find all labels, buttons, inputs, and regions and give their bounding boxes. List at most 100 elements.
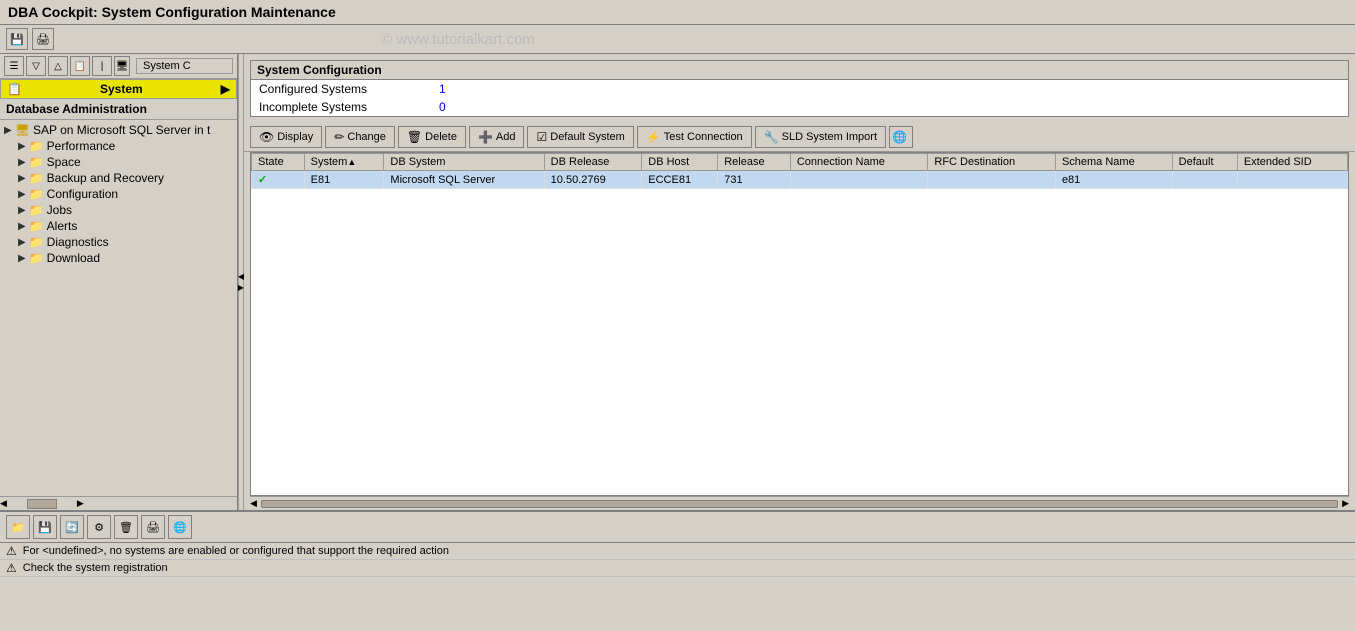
left-scroll-arrow-left[interactable]: ◀: [0, 498, 7, 509]
default-system-button[interactable]: ☑ Default System: [527, 126, 633, 148]
system-arrow: ▶: [221, 82, 230, 96]
tree-item-root[interactable]: ▶ 🖥 SAP on Microsoft SQL Server in t: [0, 122, 237, 138]
sld-system-import-button[interactable]: 🔧 SLD System Import: [755, 126, 886, 148]
nav-toolbar: ☰ ▽ △ 📋 | 🖥 System C: [0, 54, 237, 79]
tree-header: Database Administration: [0, 99, 237, 120]
tree-item-configuration-label: Configuration: [47, 187, 118, 201]
bottom-toolbar: 📁 💾 🔄 ⚙ 🗑 🖨 🌐: [0, 510, 1355, 542]
cell-release: 731: [718, 171, 791, 189]
col-state[interactable]: State: [252, 154, 305, 171]
config-folder-icon: 📁: [29, 187, 44, 201]
col-connection-name[interactable]: Connection Name: [790, 154, 928, 171]
table-scroll-left[interactable]: ◀: [250, 498, 257, 509]
cell-default: [1172, 171, 1237, 189]
watermark: © www.tutorialkart.com: [381, 31, 535, 48]
col-schema-name[interactable]: Schema Name: [1055, 154, 1172, 171]
add-label: Add: [496, 131, 516, 143]
sys-config-row-1: Configured Systems 1: [251, 80, 1348, 98]
tree-item-backup[interactable]: ▶ 📁 Backup and Recovery: [0, 170, 237, 186]
left-scroll-area: ◀ ▶: [0, 496, 237, 510]
cell-system: E81: [304, 171, 384, 189]
delete-icon: 🗑: [407, 130, 422, 144]
diagnostics-folder-icon: 📁: [29, 235, 44, 249]
left-scroll-arrow-right[interactable]: ▶: [77, 498, 84, 509]
table-scroll-thumb[interactable]: [261, 500, 1338, 508]
download-expand-icon: ▶: [18, 253, 26, 264]
data-table-wrapper[interactable]: State System▲ DB System DB Release DB Ho…: [250, 152, 1349, 496]
system-label-row[interactable]: 📋 System ▶: [0, 79, 237, 99]
tree-item-diagnostics[interactable]: ▶ 📁 Diagnostics: [0, 234, 237, 250]
nav-btn-3[interactable]: △: [48, 56, 68, 76]
col-system[interactable]: System▲: [304, 154, 384, 171]
table-scroll-right[interactable]: ▶: [1342, 498, 1349, 509]
right-panel: System Configuration Configured Systems …: [244, 54, 1355, 510]
display-label: Display: [277, 131, 313, 143]
nav-btn-1[interactable]: ☰: [4, 56, 24, 76]
tree-item-space[interactable]: ▶ 📁 Space: [0, 154, 237, 170]
col-extended-sid[interactable]: Extended SID: [1237, 154, 1347, 171]
globe-button[interactable]: 🌐: [889, 126, 913, 148]
nav-system-icon[interactable]: 🖥: [114, 56, 130, 76]
col-release[interactable]: Release: [718, 154, 791, 171]
left-panel: ☰ ▽ △ 📋 | 🖥 System C 📋 System ▶ Database…: [0, 54, 238, 510]
system-sort-icon: ▲: [347, 157, 356, 167]
system-config-box: System Configuration Configured Systems …: [250, 60, 1349, 117]
add-button[interactable]: ➕ Add: [469, 126, 525, 148]
system-icon: 📋: [7, 82, 22, 96]
jobs-folder-icon: 📁: [29, 203, 44, 217]
col-default[interactable]: Default: [1172, 154, 1237, 171]
tree-item-space-label: Space: [47, 155, 81, 169]
status-text-1: For <undefined>, no systems are enabled …: [23, 545, 449, 557]
incomplete-systems-value: 0: [439, 100, 446, 114]
col-db-release[interactable]: DB Release: [544, 154, 642, 171]
left-scroll-thumb[interactable]: [27, 499, 57, 509]
tree-content: ▶ 🖥 SAP on Microsoft SQL Server in t ▶ 📁…: [0, 120, 237, 496]
space-expand-icon: ▶: [18, 157, 26, 168]
tree-item-performance-label: Performance: [47, 139, 116, 153]
save-toolbar-btn[interactable]: 💾: [6, 28, 28, 50]
bottom-print-btn[interactable]: 🖨: [141, 515, 165, 539]
system-label-text: System: [100, 82, 143, 96]
tree-item-performance[interactable]: ▶ 📁 Performance: [0, 138, 237, 154]
state-check-icon: ✓: [258, 174, 267, 186]
bottom-config-btn[interactable]: ⚙: [87, 515, 111, 539]
cell-schema-name: e81: [1055, 171, 1172, 189]
tree-item-download[interactable]: ▶ 📁 Download: [0, 250, 237, 266]
table-row[interactable]: ✓ E81 Microsoft SQL Server 10.50.2769 EC…: [252, 171, 1348, 189]
tree-item-backup-label: Backup and Recovery: [47, 171, 164, 185]
nav-btn-4[interactable]: 📋: [70, 56, 90, 76]
delete-button[interactable]: 🗑 Delete: [398, 126, 466, 148]
col-db-host[interactable]: DB Host: [642, 154, 718, 171]
nav-btn-5[interactable]: |: [92, 56, 112, 76]
test-connection-button[interactable]: ⚡ Test Connection: [637, 126, 752, 148]
warning-icon-1: ⚠: [6, 544, 17, 558]
configured-systems-label: Configured Systems: [259, 82, 439, 96]
configured-systems-value: 1: [439, 82, 446, 96]
change-button[interactable]: ✏ Change: [325, 126, 395, 148]
bottom-delete-btn[interactable]: 🗑: [114, 515, 138, 539]
root-expand-icon: ▶: [4, 125, 12, 136]
bottom-folder-btn[interactable]: 📁: [6, 515, 30, 539]
app-title: DBA Cockpit: System Configuration Mainte…: [8, 4, 336, 20]
col-db-system[interactable]: DB System: [384, 154, 544, 171]
cell-connection-name: [790, 171, 928, 189]
bottom-globe-btn[interactable]: 🌐: [168, 515, 192, 539]
tree-item-jobs[interactable]: ▶ 📁 Jobs: [0, 202, 237, 218]
status-bar: ⚠ For <undefined>, no systems are enable…: [0, 542, 1355, 577]
display-button[interactable]: 👁 Display: [250, 126, 322, 148]
bottom-save-btn[interactable]: 💾: [33, 515, 57, 539]
performance-expand-icon: ▶: [18, 141, 26, 152]
table-scroll-area[interactable]: ◀ ▶: [250, 496, 1349, 510]
nav-btn-2[interactable]: ▽: [26, 56, 46, 76]
tree-item-alerts[interactable]: ▶ 📁 Alerts: [0, 218, 237, 234]
bottom-refresh-btn[interactable]: 🔄: [60, 515, 84, 539]
sld-label: SLD System Import: [782, 131, 877, 143]
status-text-2: Check the system registration: [23, 562, 168, 574]
tree-item-configuration[interactable]: ▶ 📁 Configuration: [0, 186, 237, 202]
status-row-2: ⚠ Check the system registration: [0, 560, 1355, 577]
sld-icon: 🔧: [764, 130, 779, 144]
col-rfc-destination[interactable]: RFC Destination: [928, 154, 1056, 171]
print-toolbar-btn[interactable]: 🖨: [32, 28, 54, 50]
cell-state: ✓: [252, 171, 305, 189]
tree-item-diagnostics-label: Diagnostics: [47, 235, 109, 249]
